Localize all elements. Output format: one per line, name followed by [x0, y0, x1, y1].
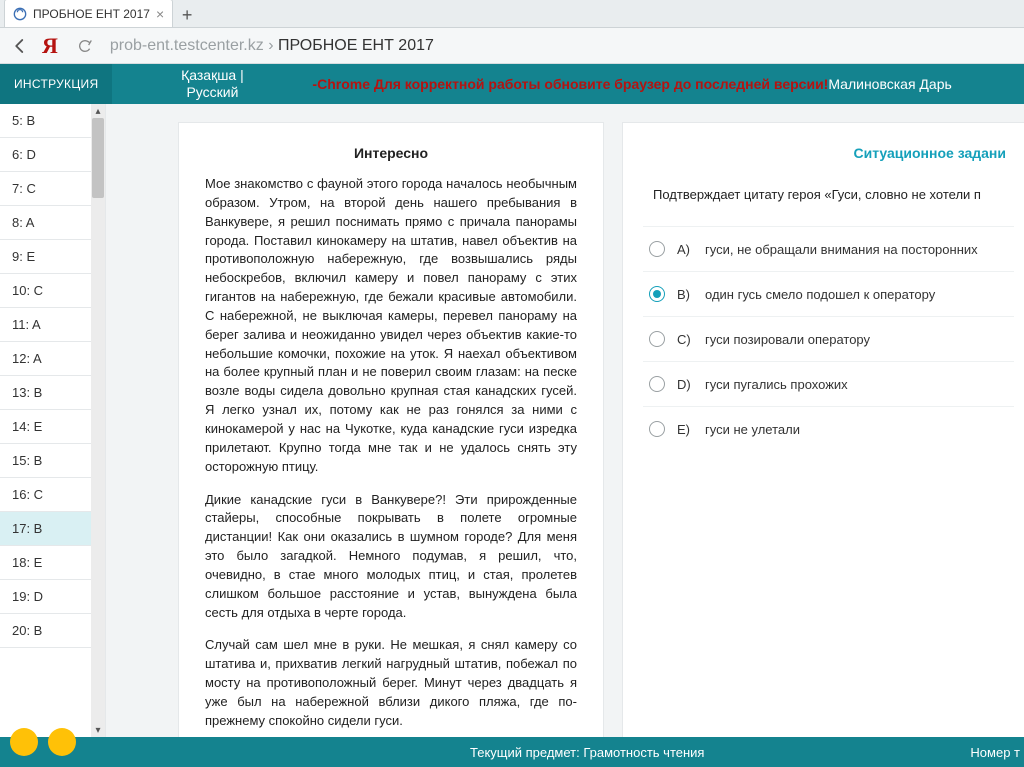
answers-sidebar: 5: B6: D7: C8: A9: E10: C11: A12: A13: B…	[0, 104, 106, 737]
option-text: гуси позировали оператору	[705, 332, 870, 347]
username-label: Малиновская Дарь	[828, 76, 951, 92]
sidebar-item[interactable]: 7: C	[0, 172, 91, 206]
question-text: Подтверждает цитату героя «Гуси, словно …	[643, 187, 1014, 202]
lang-kk: Қазақша |	[181, 67, 244, 83]
scroll-down-button[interactable]: ▾	[91, 723, 105, 737]
favicon-icon	[13, 7, 27, 21]
radio-icon[interactable]	[649, 421, 665, 437]
passage-p3: Случай сам шел мне в руки. Не мешкая, я …	[205, 636, 577, 730]
options-list: A)гуси, не обращали внимания на посторон…	[643, 226, 1014, 451]
sidebar-item[interactable]: 8: A	[0, 206, 91, 240]
url-sep: ›	[264, 37, 278, 54]
option-text: гуси, не обращали внимания на посторонни…	[705, 242, 978, 257]
browser-tabbar: ПРОБНОЕ ЕНТ 2017 × +	[0, 0, 1024, 28]
yandex-logo-icon[interactable]: Я	[42, 33, 58, 59]
content-wrap: Интересно Мое знакомство с фауной этого …	[106, 104, 1024, 737]
radio-icon[interactable]	[649, 286, 665, 302]
option-letter: A)	[677, 242, 705, 257]
sidebar-item[interactable]: 9: E	[0, 240, 91, 274]
new-tab-button[interactable]: +	[173, 3, 201, 27]
passage-title: Интересно	[205, 145, 577, 161]
option-text: один гусь смело подошел к оператору	[705, 287, 935, 302]
sidebar-item[interactable]: 11: A	[0, 308, 91, 342]
answer-list: 5: B6: D7: C8: A9: E10: C11: A12: A13: B…	[0, 104, 91, 737]
answer-option[interactable]: B)один гусь смело подошел к оператору	[643, 271, 1014, 316]
language-switch[interactable]: Қазақша | Русский	[112, 67, 312, 101]
sidebar-item[interactable]: 5: B	[0, 104, 91, 138]
radio-icon[interactable]	[649, 376, 665, 392]
option-letter: D)	[677, 377, 705, 392]
sidebar-item[interactable]: 19: D	[0, 580, 91, 614]
sidebar-item[interactable]: 13: B	[0, 376, 91, 410]
close-icon[interactable]: ×	[156, 6, 164, 22]
option-letter: E)	[677, 422, 705, 437]
sidebar-item[interactable]: 17: B	[0, 512, 91, 546]
nav-dot-2[interactable]	[48, 728, 76, 756]
option-letter: B)	[677, 287, 705, 302]
radio-icon[interactable]	[649, 331, 665, 347]
sidebar-item[interactable]: 14: E	[0, 410, 91, 444]
question-heading: Ситуационное задани	[643, 145, 1014, 161]
sidebar-item[interactable]: 10: C	[0, 274, 91, 308]
browser-warning: -Chrome Для корректной работы обновите б…	[312, 76, 828, 92]
sidebar-item[interactable]: 20: B	[0, 614, 91, 648]
passage-panel: Интересно Мое знакомство с фауной этого …	[178, 122, 604, 737]
sidebar-item[interactable]: 16: C	[0, 478, 91, 512]
scroll-up-button[interactable]: ▴	[91, 104, 105, 118]
back-button[interactable]	[8, 34, 32, 58]
question-panel: Ситуационное задани Подтверждает цитату …	[622, 122, 1024, 737]
option-letter: C)	[677, 332, 705, 347]
option-text: гуси пугались прохожих	[705, 377, 848, 392]
current-subject: Текущий предмет: Грамотность чтения	[470, 745, 704, 760]
scroll-thumb[interactable]	[92, 118, 104, 198]
option-text: гуси не улетали	[705, 422, 800, 437]
instruction-button[interactable]: ИНСТРУКЦИЯ	[0, 64, 112, 104]
sidebar-item[interactable]: 12: A	[0, 342, 91, 376]
sidebar-scrollbar[interactable]: ▴ ▾	[91, 104, 105, 737]
top-banner: ИНСТРУКЦИЯ Қазақша | Русский -Chrome Для…	[0, 64, 1024, 104]
answer-option[interactable]: D)гуси пугались прохожих	[643, 361, 1014, 406]
url-path: ПРОБНОЕ ЕНТ 2017	[278, 37, 434, 54]
passage-p2: Дикие канадские гуси в Ванкувере?! Эти п…	[205, 491, 577, 623]
sidebar-item[interactable]: 6: D	[0, 138, 91, 172]
nav-dot-1[interactable]	[10, 728, 38, 756]
answer-option[interactable]: C)гуси позировали оператору	[643, 316, 1014, 361]
reload-button[interactable]	[74, 35, 96, 57]
radio-icon[interactable]	[649, 241, 665, 257]
address-bar: Я prob-ent.testcenter.kz › ПРОБНОЕ ЕНТ 2…	[0, 28, 1024, 64]
answer-option[interactable]: A)гуси, не обращали внимания на посторон…	[643, 226, 1014, 271]
passage-p1: Мое знакомство с фауной этого города нач…	[205, 175, 577, 477]
main-area: 5: B6: D7: C8: A9: E10: C11: A12: A13: B…	[0, 104, 1024, 737]
url-host: prob-ent.testcenter.kz	[110, 37, 264, 54]
browser-tab[interactable]: ПРОБНОЕ ЕНТ 2017 ×	[4, 0, 173, 27]
sidebar-item[interactable]: 15: B	[0, 444, 91, 478]
footer-bar: Текущий предмет: Грамотность чтения Номе…	[0, 737, 1024, 767]
answer-option[interactable]: E)гуси не улетали	[643, 406, 1014, 451]
tab-title: ПРОБНОЕ ЕНТ 2017	[33, 7, 150, 21]
lang-ru: Русский	[186, 84, 238, 100]
url-display[interactable]: prob-ent.testcenter.kz › ПРОБНОЕ ЕНТ 201…	[106, 37, 1016, 55]
sidebar-item[interactable]: 18: E	[0, 546, 91, 580]
task-number-label: Номер т	[970, 745, 1020, 760]
